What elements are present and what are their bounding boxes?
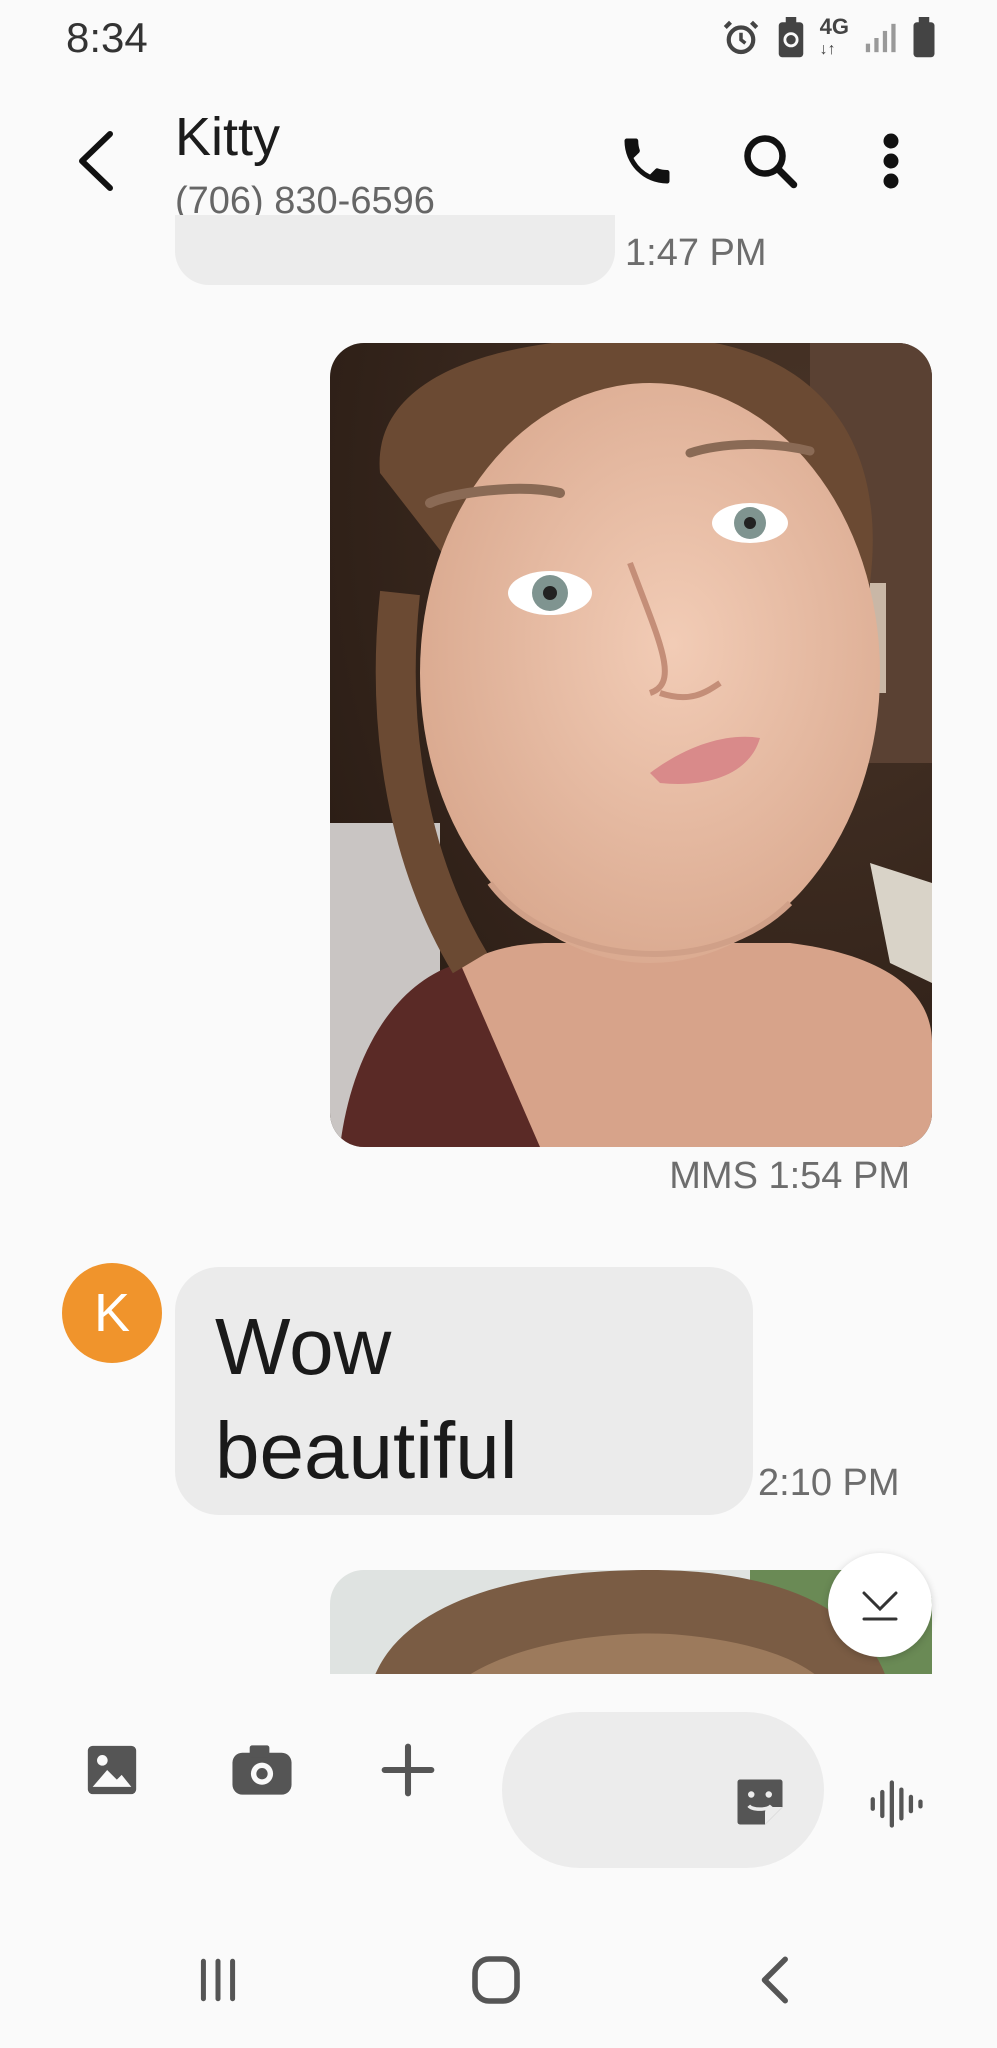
photo-image xyxy=(330,343,932,1147)
gallery-button[interactable] xyxy=(72,1730,152,1810)
recents-icon xyxy=(200,1958,236,2002)
more-options-button[interactable] xyxy=(856,126,926,196)
status-time: 8:34 xyxy=(66,14,148,61)
camera-button[interactable] xyxy=(222,1730,302,1810)
previous-message-bubble[interactable] xyxy=(175,215,615,285)
back-button[interactable] xyxy=(70,128,126,194)
signal-icon xyxy=(863,21,897,55)
voice-icon xyxy=(870,1780,923,1828)
received-message-bubble[interactable]: Wow beautiful xyxy=(175,1267,753,1515)
search-button[interactable] xyxy=(735,126,805,196)
more-vert-icon xyxy=(883,133,899,189)
battery-icon xyxy=(911,17,937,59)
sticker-button[interactable] xyxy=(730,1772,800,1842)
nav-back-icon xyxy=(761,1956,788,2004)
system-back-button[interactable] xyxy=(726,1940,826,2020)
avatar[interactable]: K xyxy=(62,1263,162,1363)
contact-name[interactable]: Kitty xyxy=(175,106,280,168)
received-message-line-1: Wow xyxy=(215,1302,392,1391)
status-icons: 4G ↓↑ xyxy=(720,13,937,60)
voice-button[interactable] xyxy=(868,1774,938,1844)
sticker-icon xyxy=(737,1779,783,1825)
gallery-icon xyxy=(87,1745,137,1795)
plus-icon xyxy=(381,1743,435,1797)
back-arrow-icon xyxy=(79,131,113,191)
4g-icon: 4G ↓↑ xyxy=(819,13,849,58)
call-button[interactable] xyxy=(612,126,682,196)
avatar-letter: K xyxy=(93,1283,131,1343)
home-icon xyxy=(472,1956,520,2004)
home-button[interactable] xyxy=(446,1940,546,2020)
recents-button[interactable] xyxy=(168,1940,268,2020)
previous-message-time: 1:47 PM xyxy=(625,232,767,274)
received-message-time: 2:10 PM xyxy=(758,1462,900,1504)
alarm-icon xyxy=(720,17,762,59)
phone-icon xyxy=(624,138,670,184)
scroll-to-bottom-button[interactable] xyxy=(828,1553,932,1657)
search-icon xyxy=(744,135,798,189)
battery-saver-icon xyxy=(776,17,806,59)
chevron-down-icon xyxy=(862,1591,898,1621)
photo-message-meta: MMS 1:54 PM xyxy=(669,1155,910,1197)
camera-icon xyxy=(232,1745,292,1795)
photo-message[interactable] xyxy=(330,343,932,1147)
attach-button[interactable] xyxy=(368,1730,448,1810)
received-message-line-2: beautiful xyxy=(215,1406,518,1495)
